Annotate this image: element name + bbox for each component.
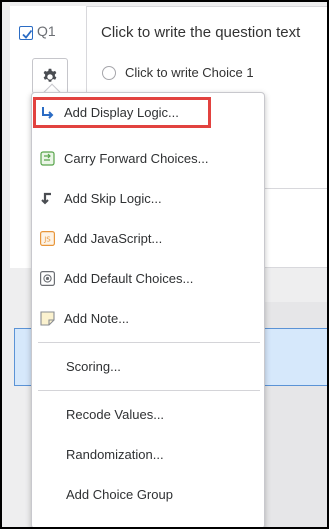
question-number: Q1 [37,23,56,39]
menu-item-label: Carry Forward Choices... [64,150,209,166]
question-text[interactable]: Click to write the question text [101,24,300,41]
menu-item-label: Randomization... [66,446,164,462]
menu-item-add-note[interactable]: Add Note... [32,298,266,338]
display-logic-icon [39,105,55,121]
menu-item-label: Recode Values... [66,406,165,422]
menu-divider [38,342,260,343]
menu-item-label: Add Skip Logic... [64,190,162,206]
menu-item-label: Add Display Logic... [64,105,179,120]
menu-item-add-skip-logic[interactable]: Add Skip Logic... [32,178,266,218]
question-checkbox[interactable] [19,26,33,40]
menu-item-randomization[interactable]: Randomization... [32,434,266,474]
menu-item-add-javascript[interactable]: JS Add JavaScript... [32,218,266,258]
carry-forward-icon [39,150,55,166]
menu-item-label: Add Note... [64,310,130,326]
choice-text[interactable]: Click to write Choice 1 [125,65,254,80]
card-divider [265,188,327,189]
checkmark-icon [22,29,33,39]
gear-icon [43,68,57,82]
menu-item-label: Add Choice Group [66,486,173,502]
question-options-menu: Add Display Logic... Carry Forward Choic… [31,92,266,527]
choice-radio [102,66,116,80]
menu-item-carry-forward-choices[interactable]: Carry Forward Choices... [32,138,266,178]
menu-item-label: Add Default Choices... [64,270,194,286]
menu-item-label: Add JavaScript... [64,230,163,246]
js-badge-text: JS [43,235,51,243]
menu-item-add-display-logic[interactable]: Add Display Logic... [33,97,211,128]
menu-item-scoring[interactable]: Scoring... [32,346,266,386]
skip-logic-icon [39,190,55,206]
menu-item-add-choice-group[interactable]: Add Choice Group [32,474,266,514]
note-icon [39,310,55,326]
screenshot-frame: Q1 Click to write the question text Clic… [0,0,329,529]
menu-divider [38,390,260,391]
menu-item-recode-values[interactable]: Recode Values... [32,394,266,434]
menu-item-add-default-choices[interactable]: Add Default Choices... [32,258,266,298]
default-choices-icon [39,270,55,286]
javascript-icon: JS [39,230,55,246]
menu-item-label: Scoring... [66,358,121,374]
